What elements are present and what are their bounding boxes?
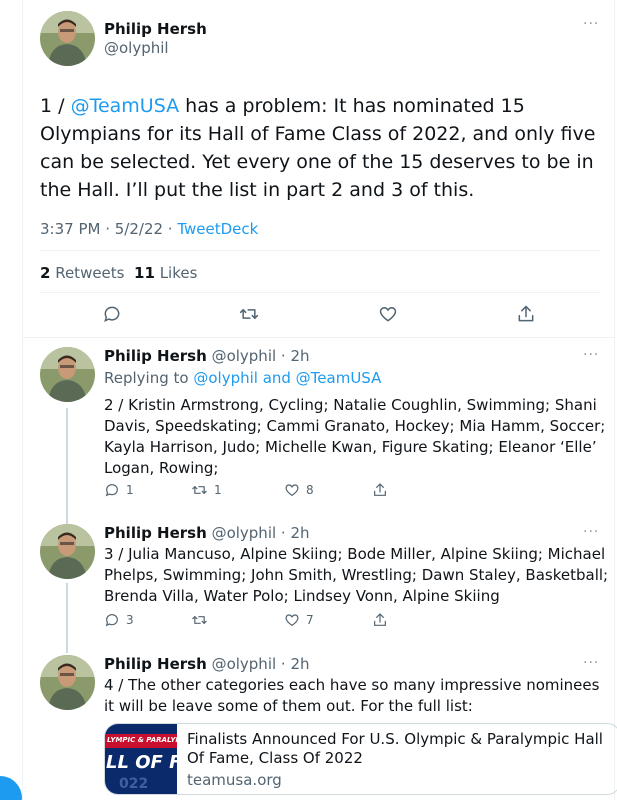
like-action[interactable]: 8 bbox=[284, 482, 314, 498]
like-count: 8 bbox=[306, 483, 314, 497]
engagement-stats: 2 Retweets 11 Likes bbox=[40, 264, 197, 282]
reply-action[interactable]: 1 bbox=[104, 482, 134, 498]
more-options-icon[interactable]: ··· bbox=[583, 524, 599, 540]
reply-tweet: Philip Hersh @olyphil · 2h ··· 4 / The o… bbox=[22, 655, 617, 800]
like-action[interactable]: 7 bbox=[284, 612, 314, 628]
reply-tweet: Philip Hersh @olyphil · 2h ··· Replying … bbox=[22, 347, 614, 507]
likes-stat[interactable]: 11 Likes bbox=[134, 264, 197, 282]
share-action[interactable] bbox=[372, 612, 388, 628]
replying-to: Replying to @olyphil and @TeamUSA bbox=[104, 369, 382, 387]
retweet-icon bbox=[192, 616, 207, 624]
more-options-icon[interactable]: ··· bbox=[583, 347, 599, 363]
reply-count: 3 bbox=[126, 613, 134, 627]
more-options-icon[interactable]: ··· bbox=[583, 655, 599, 671]
reply-icon bbox=[105, 484, 118, 497]
replying-to-link[interactable]: @olyphil and @TeamUSA bbox=[193, 369, 381, 387]
avatar[interactable] bbox=[40, 655, 95, 710]
avatar[interactable] bbox=[40, 347, 95, 402]
like-icon bbox=[285, 484, 299, 497]
retweet-icon[interactable] bbox=[238, 304, 260, 324]
timeline-right-border bbox=[614, 0, 615, 800]
retweet-action[interactable] bbox=[191, 612, 214, 628]
reply-action[interactable]: 3 bbox=[104, 612, 134, 628]
link-preview-title: Finalists Announced For U.S. Olympic & P… bbox=[187, 730, 603, 767]
author-meta[interactable]: @olyphil · 2h bbox=[207, 524, 310, 542]
author-name[interactable]: Philip Hersh bbox=[104, 20, 207, 38]
reply-icon bbox=[105, 614, 118, 627]
divider bbox=[40, 250, 600, 251]
tweet-timestamp[interactable]: 3:37 PM · 5/2/22 · bbox=[40, 220, 177, 238]
author-name[interactable]: Philip Hersh bbox=[104, 347, 207, 365]
reply-header: Philip Hersh @olyphil · 2h bbox=[104, 347, 310, 365]
tweet-text: 1 / @TeamUSA has a problem: It has nomin… bbox=[40, 92, 610, 204]
author-meta[interactable]: @olyphil · 2h bbox=[207, 347, 310, 365]
share-icon[interactable] bbox=[516, 304, 536, 324]
retweet-icon bbox=[192, 486, 207, 494]
reply-header: Philip Hersh @olyphil · 2h bbox=[104, 655, 310, 673]
divider bbox=[40, 292, 600, 293]
link-preview-card[interactable]: LYMPIC & PARALYMPIC LL OF FA 022 Finalis… bbox=[104, 723, 617, 795]
like-count: 7 bbox=[306, 613, 314, 627]
tweet-meta: 3:37 PM · 5/2/22 · TweetDeck bbox=[40, 220, 258, 238]
link-preview-image: LYMPIC & PARALYMPIC LL OF FA 022 bbox=[105, 724, 177, 794]
more-options-icon[interactable]: ··· bbox=[583, 16, 599, 32]
avatar[interactable] bbox=[40, 524, 95, 579]
share-icon bbox=[374, 483, 386, 496]
share-action[interactable] bbox=[372, 482, 388, 498]
like-icon bbox=[285, 614, 299, 627]
author-name[interactable]: Philip Hersh bbox=[104, 655, 207, 673]
compose-tweet-button[interactable] bbox=[0, 776, 22, 800]
reply-text: 2 / Kristin Armstrong, Cycling; Natalie … bbox=[104, 396, 606, 477]
share-icon bbox=[374, 613, 386, 626]
reply-icon[interactable] bbox=[102, 304, 122, 324]
link-preview-domain: teamusa.org bbox=[187, 771, 282, 789]
author-name[interactable]: Philip Hersh bbox=[104, 524, 207, 542]
mention-link[interactable]: @TeamUSA bbox=[71, 95, 180, 117]
like-icon[interactable] bbox=[378, 304, 398, 324]
tweet-number: 1 / bbox=[40, 95, 71, 117]
author-meta[interactable]: @olyphil · 2h bbox=[207, 655, 310, 673]
reply-text: 4 / The other categories each have so ma… bbox=[104, 676, 600, 715]
reply-header: Philip Hersh @olyphil · 2h bbox=[104, 524, 310, 542]
main-tweet: Philip Hersh @olyphil ··· 1 / @TeamUSA h… bbox=[22, 0, 614, 338]
retweet-count: 1 bbox=[214, 483, 222, 497]
reply-text: 3 / Julia Mancuso, Alpine Skiing; Bode M… bbox=[104, 545, 609, 605]
reply-tweet: Philip Hersh @olyphil · 2h ··· 3 / Julia… bbox=[22, 524, 614, 634]
retweets-stat[interactable]: 2 Retweets bbox=[40, 264, 125, 282]
tweet-source-link[interactable]: TweetDeck bbox=[177, 220, 258, 238]
reply-count: 1 bbox=[126, 483, 134, 497]
avatar[interactable] bbox=[40, 11, 95, 66]
author-handle[interactable]: @olyphil bbox=[104, 39, 169, 57]
retweet-action[interactable]: 1 bbox=[191, 482, 222, 498]
